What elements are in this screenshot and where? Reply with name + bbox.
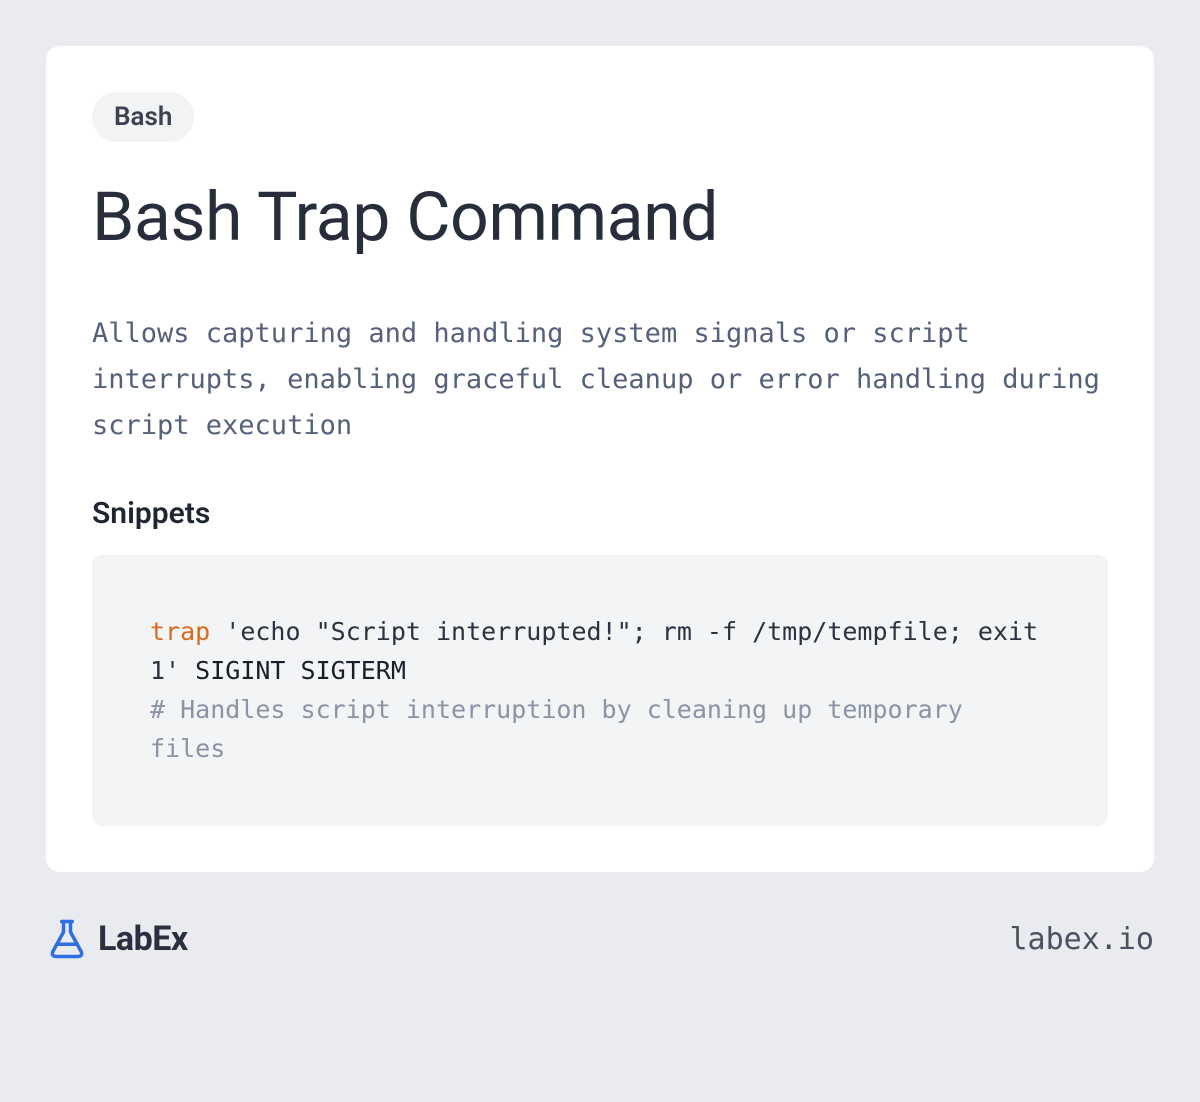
- code-token-args: SIGINT SIGTERM: [180, 656, 406, 685]
- code-snippet: trap 'echo "Script interrupted!"; rm -f …: [92, 555, 1108, 826]
- snippets-heading: Snippets: [92, 496, 1108, 531]
- page-footer: LabEx labex.io: [46, 918, 1154, 960]
- language-tag: Bash: [92, 92, 194, 142]
- brand: LabEx: [46, 918, 188, 960]
- content-card: Bash Bash Trap Command Allows capturing …: [46, 46, 1154, 872]
- description-text: Allows capturing and handling system sig…: [92, 311, 1108, 449]
- flask-icon: [46, 918, 88, 960]
- code-token-comment: # Handles script interruption by cleanin…: [150, 695, 978, 763]
- brand-name: LabEx: [98, 919, 188, 959]
- code-token-builtin: trap: [150, 617, 210, 646]
- page-title: Bash Trap Command: [92, 180, 1108, 255]
- brand-domain: labex.io: [1010, 922, 1155, 957]
